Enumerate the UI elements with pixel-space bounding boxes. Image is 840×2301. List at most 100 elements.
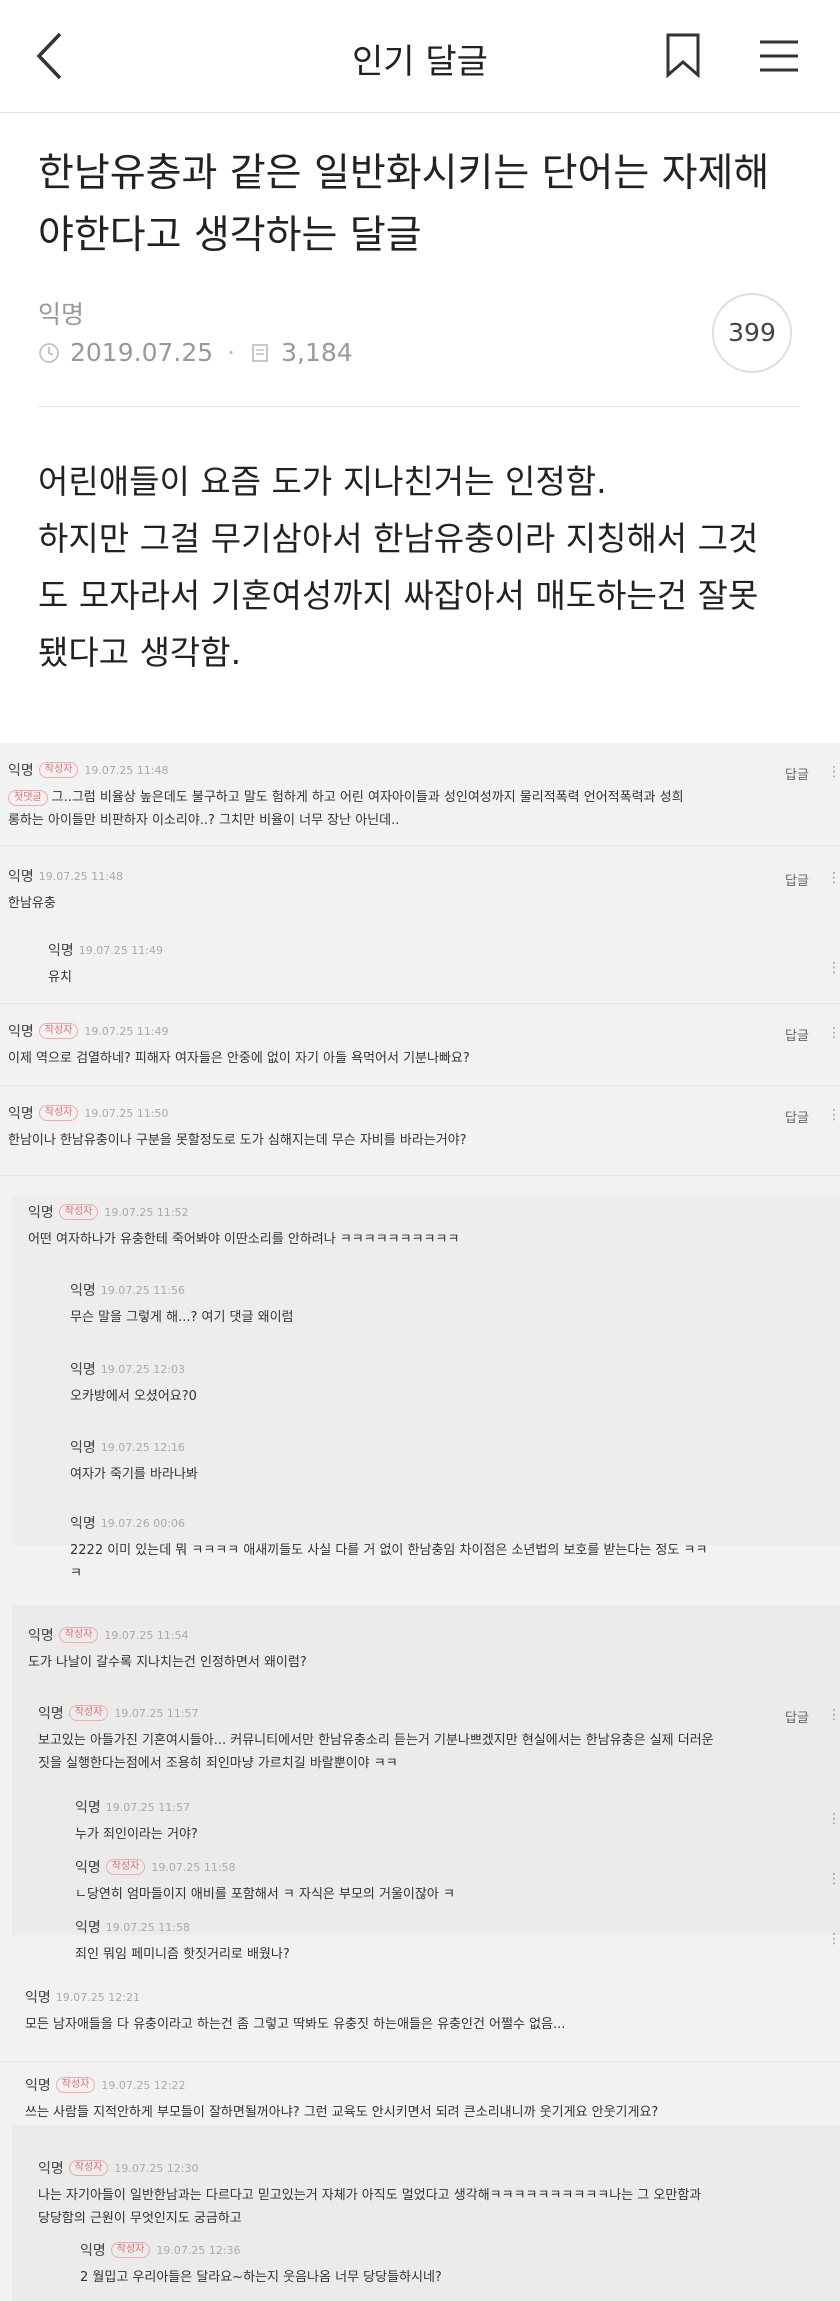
page-title: 인기 달글 bbox=[352, 42, 488, 82]
comment-time: 19.07.25 11:56 bbox=[100, 1283, 185, 1297]
comment-reply: 익명 19.07.25 11:58 죄인 뭐임 페미니즘 핫짓거리로 배웠나? bbox=[75, 1917, 795, 1966]
comment-author: 익명 bbox=[75, 1800, 101, 1816]
comment-author: 익명 bbox=[8, 1106, 34, 1122]
comment-reply: 익명 19.07.25 11:49 유치 bbox=[48, 940, 788, 989]
comment: 익명 작성자 19.07.25 11:52 어떤 여자하나가 유충한테 죽어봐야 이… bbox=[28, 1202, 788, 1251]
reply-button[interactable]: 답글 bbox=[785, 870, 809, 889]
more-options-icon[interactable]: ⋮ bbox=[827, 960, 840, 976]
post-meta: 2019.07.25 · 3,184 bbox=[38, 338, 353, 367]
comment-author: 익명 bbox=[25, 2078, 51, 2094]
comment-author: 익명 bbox=[75, 1860, 101, 1876]
post-body-line: 어린애들이 요즘 도가 지나친거는 인정함. bbox=[38, 462, 607, 501]
clock-icon bbox=[39, 342, 59, 363]
comment-text: 쓰는 사람들 지적안하게 부모들이 잘하면될꺼아냐? 그런 교육도 안시키면서 … bbox=[25, 2105, 659, 2120]
comment-reply: 익명 작성자 19.07.25 11:58 ㄴ당연히 엄마들이지 애비를 포함해서 … bbox=[75, 1857, 795, 1906]
more-options-icon[interactable]: ⋮ bbox=[827, 1707, 840, 1723]
comment-list: 익명 작성자 19.07.25 11:48 첫댓글 그..그럼 비율상 높은데도 불구… bbox=[0, 745, 840, 2301]
post-body-line: 도 모자라서 기혼여성까지 싸잡아서 매도하는건 잘못 bbox=[38, 576, 759, 615]
comment-author: 익명 bbox=[70, 1283, 96, 1299]
divider bbox=[0, 845, 840, 846]
post-views: 3,184 bbox=[281, 338, 353, 367]
author-badge: 작성자 bbox=[58, 1627, 99, 1643]
comment-author: 익명 bbox=[70, 1362, 96, 1378]
comment: 익명 작성자 19.07.25 11:57 보고있는 아들가진 기혼여시들아... … bbox=[38, 1703, 798, 1775]
comment: 익명 작성자 19.07.25 11:49 이제 역으로 검열하네? 피해자 여자들… bbox=[8, 1021, 778, 1070]
comment-text: 이제 역으로 검열하네? 피해자 여자들은 안중에 없이 자기 아들 욕먹어서 … bbox=[8, 1051, 470, 1066]
more-options-icon[interactable]: ⋮ bbox=[827, 1811, 840, 1827]
comment-author: 익명 bbox=[48, 943, 74, 959]
author-badge: 작성자 bbox=[68, 1705, 109, 1721]
comment-author: 익명 bbox=[38, 2161, 64, 2177]
post-divider bbox=[38, 406, 800, 407]
post-body: 어린애들이 요즘 도가 지나친거는 인정함. 하지만 그걸 무기삼아서 한남유충… bbox=[38, 453, 818, 681]
comment-time: 19.07.25 11:48 bbox=[84, 763, 169, 777]
comment: 익명 19.07.25 11:48 한남유충 bbox=[8, 866, 778, 915]
comment-time: 19.07.25 11:52 bbox=[104, 1205, 189, 1219]
comment: 익명 작성자 19.07.25 11:54 도가 나날이 갈수록 지나치는건 인정하… bbox=[28, 1625, 788, 1674]
comment: 익명 작성자 19.07.25 12:22 쓰는 사람들 지적안하게 부모들이 잘하… bbox=[25, 2075, 825, 2124]
comment-time: 19.07.25 12:03 bbox=[100, 1362, 185, 1376]
comment-time: 19.07.25 11:58 bbox=[105, 1920, 190, 1934]
comment-reply: 익명 작성자 19.07.25 12:36 2 월밉고 우리아들은 달라요~하는지 … bbox=[80, 2240, 800, 2289]
comment-time: 19.07.25 11:57 bbox=[105, 1800, 190, 1814]
post-title: 한남유충과 같은 일반화시키는 단어는 자제해 야한다고 생각하는 달글 bbox=[38, 143, 808, 267]
author-badge: 작성자 bbox=[38, 1105, 79, 1121]
comment-time: 19.07.25 12:16 bbox=[100, 1440, 185, 1454]
comment-time: 19.07.25 12:22 bbox=[101, 2078, 186, 2092]
reply-button[interactable]: 답글 bbox=[785, 764, 809, 783]
more-options-icon[interactable]: ⋮ bbox=[827, 1871, 840, 1887]
post-title-line: 한남유충과 같은 일반화시키는 단어는 자제해 bbox=[38, 151, 770, 196]
comment-text: 나는 자기아들이 일반한남과는 다르다고 믿고있는거 자체가 아직도 멀었다고 … bbox=[38, 2188, 702, 2203]
post-author: 익명 bbox=[38, 300, 85, 329]
more-options-icon[interactable]: ⋮ bbox=[827, 1931, 840, 1947]
comment-author: 익명 bbox=[8, 763, 34, 779]
comment-text: 도가 나날이 갈수록 지나치는건 인정하면서 왜이럼? bbox=[28, 1655, 307, 1670]
author-badge: 작성자 bbox=[68, 2160, 109, 2176]
comment: 익명 19.07.25 12:21 모든 남자애들을 다 유충이라고 하는건 좀 … bbox=[25, 1987, 805, 2036]
comment-time: 19.07.25 11:54 bbox=[104, 1628, 189, 1642]
comment-text: 보고있는 아들가진 기혼여시들아... 커뮤니티에서만 한남유충소리 듣는거 기… bbox=[38, 1733, 714, 1748]
comment-author: 익명 bbox=[38, 1706, 64, 1722]
top-bar: 인기 달글 bbox=[0, 0, 840, 113]
reply-button[interactable]: 답글 bbox=[785, 1707, 809, 1726]
divider bbox=[0, 1003, 840, 1004]
comment-author: 익명 bbox=[70, 1516, 96, 1532]
comment-reply: 익명 19.07.25 12:16 여자가 죽기를 바라나봐 bbox=[70, 1437, 790, 1486]
author-badge: 작성자 bbox=[55, 2077, 96, 2093]
menu-icon[interactable] bbox=[758, 38, 800, 74]
more-options-icon[interactable]: ⋮ bbox=[827, 764, 840, 780]
comment-time: 19.07.25 12:30 bbox=[114, 2161, 199, 2175]
post-body-line: 됐다고 생각함. bbox=[38, 633, 242, 672]
meta-dot: · bbox=[227, 338, 236, 367]
bookmark-icon[interactable] bbox=[665, 32, 701, 78]
more-options-icon[interactable]: ⋮ bbox=[827, 870, 840, 886]
author-badge: 작성자 bbox=[38, 1023, 79, 1039]
comment-text: 여자가 죽기를 바라나봐 bbox=[70, 1467, 198, 1482]
comment-count-badge[interactable]: 399 bbox=[712, 293, 792, 373]
author-badge: 작성자 bbox=[105, 1859, 146, 1875]
first-comment-badge: 첫댓글 bbox=[8, 789, 48, 806]
comment-text: 한남유충 bbox=[8, 896, 56, 911]
comment-text: ㅋ bbox=[70, 1566, 82, 1581]
comment-time: 19.07.25 11:57 bbox=[114, 1706, 199, 1720]
comment-author: 익명 bbox=[8, 1024, 34, 1040]
comment-reply: 익명 19.07.25 12:03 오카방에서 오셨어요?0 bbox=[70, 1359, 790, 1408]
more-options-icon[interactable]: ⋮ bbox=[827, 1107, 840, 1123]
comment-text: 짓을 실행한다는점에서 조용히 죄인마냥 가르치길 바랄뿐이야 ㅋㅋ bbox=[38, 1756, 398, 1771]
comment-time: 19.07.25 12:36 bbox=[156, 2243, 241, 2257]
comment-text: 무슨 말을 그렇게 해...? 여기 댓글 왜이럼 bbox=[70, 1310, 294, 1325]
comment-text: 그..그럼 비율상 높은데도 불구하고 말도 험하게 하고 어린 여자아이들과 … bbox=[51, 790, 684, 805]
comment-text: 롱하는 아이들만 비판하자 이소리야..? 그치만 비율이 너무 장난 아닌데.… bbox=[8, 813, 400, 828]
comment-author: 익명 bbox=[80, 2243, 106, 2259]
author-badge: 작성자 bbox=[38, 762, 79, 778]
comment-text: 2222 이미 있는데 뭐 ㅋㅋㅋㅋ 애새끼들도 사실 다를 거 없이 한남충임… bbox=[70, 1543, 708, 1558]
post-date: 2019.07.25 bbox=[70, 338, 214, 367]
reply-button[interactable]: 답글 bbox=[785, 1107, 809, 1126]
post-body-line: 하지만 그걸 무기삼아서 한남유충이라 지칭해서 그것 bbox=[38, 519, 759, 558]
document-icon bbox=[252, 343, 268, 362]
reply-button[interactable]: 답글 bbox=[785, 1025, 809, 1044]
comment-time: 19.07.25 11:48 bbox=[38, 869, 123, 883]
more-options-icon[interactable]: ⋮ bbox=[827, 1025, 840, 1041]
comment: 익명 작성자 19.07.25 12:30 나는 자기아들이 일반한남과는 다르다고… bbox=[38, 2158, 818, 2230]
comment-text: 2 월밉고 우리아들은 달라요~하는지 웃음나옴 너무 당당들하시네? bbox=[80, 2270, 442, 2285]
